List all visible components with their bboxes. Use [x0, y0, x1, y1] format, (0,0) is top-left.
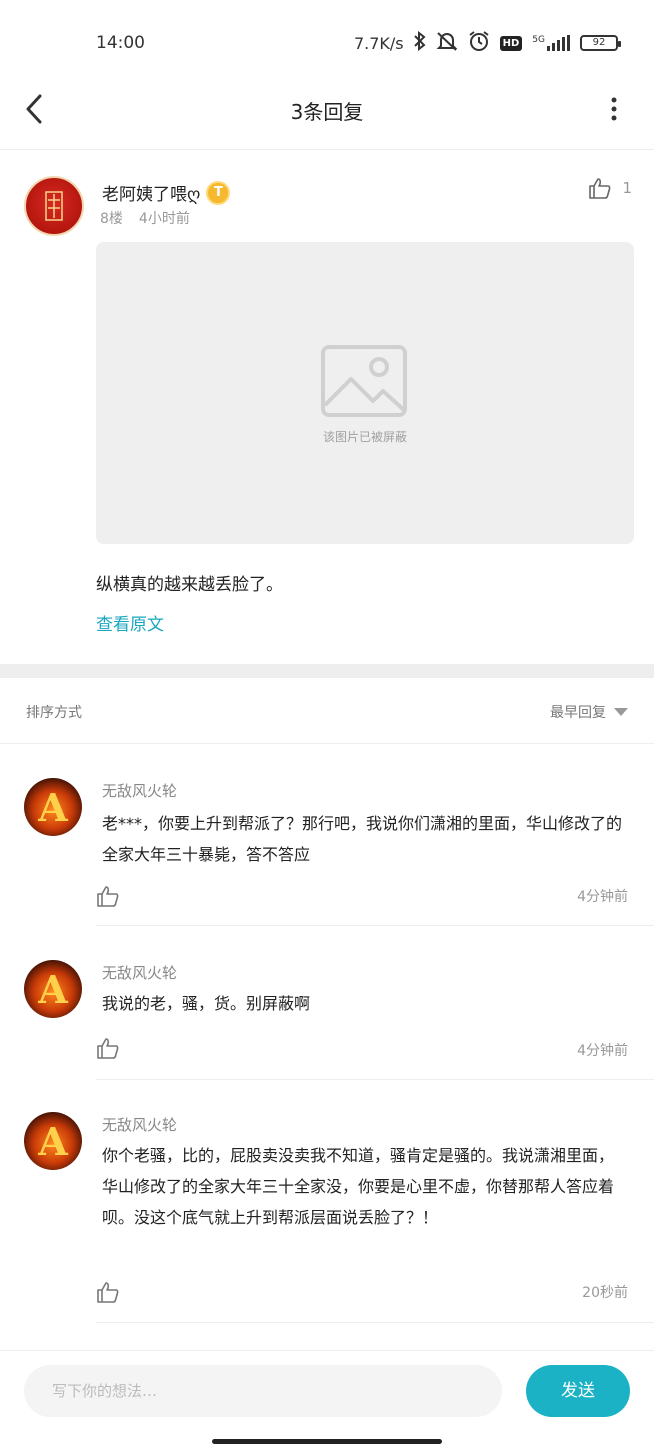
avatar[interactable]: A [24, 960, 82, 1018]
mute-bell-icon [436, 30, 458, 56]
send-button[interactable]: 发送 [526, 1365, 630, 1417]
image-icon [321, 345, 407, 417]
reply-time: 20秒前 [582, 1285, 628, 1301]
author-level-badge: T [206, 180, 231, 205]
author-name: 老阿姨了喂ღ [102, 185, 201, 205]
thumbs-up-icon [97, 1282, 119, 1303]
reply-item: A 无敌风火轮 你个老骚，比的，屁股卖没卖我不知道，骚肯定是骚的。我说潇湘里面，… [0, 1080, 654, 1324]
network-speed: 7.7K/s [353, 33, 404, 53]
alarm-icon [468, 30, 490, 56]
hd-badge: HD [499, 35, 523, 51]
blocked-image[interactable]: 该图片已被屏蔽 [96, 242, 634, 544]
status-time: 14:00 [96, 33, 145, 53]
reply-text: 我说的老，骚，货。别屏蔽啊 [102, 994, 311, 1013]
compose-bar: 写下你的想法… 发送 [0, 1350, 654, 1454]
original-post: 老阿姨了喂ღ T 8楼 4小时前 1 该图片已被屏蔽 纵横真的越来越丢脸了。 查… [0, 152, 654, 664]
status-icons: 7.7K/s HD 5G 92 [353, 30, 621, 56]
divider [96, 925, 654, 926]
reply-author[interactable]: 无敌风火轮 [102, 780, 177, 801]
post-author[interactable]: 老阿姨了喂ღ T [102, 180, 231, 205]
like-count: 1 [622, 179, 632, 197]
thumbs-up-icon [97, 1038, 119, 1059]
view-original-link[interactable]: 查看原文 [96, 610, 164, 635]
section-divider [0, 664, 654, 678]
reply-time: 4分钟前 [577, 1043, 628, 1059]
avatar[interactable] [24, 176, 84, 236]
avatar[interactable]: A [24, 1112, 82, 1170]
reply-time: 4分钟前 [577, 889, 628, 905]
reply-item: A 无敌风火轮 老***，你要上升到帮派了？那行吧，我说你们潇湘的里面，华山修改… [0, 746, 654, 926]
reply-like-button[interactable] [96, 1280, 120, 1304]
sort-dropdown[interactable]: 最早回复 [550, 702, 628, 722]
post-body: 纵横真的越来越丢脸了。 [96, 575, 283, 595]
reply-like-button[interactable] [96, 1036, 120, 1060]
image-blocked-text: 该图片已被屏蔽 [322, 430, 407, 444]
bluetooth-icon [413, 30, 426, 55]
thumbs-up-icon [589, 178, 611, 199]
reply-author[interactable]: 无敌风火轮 [102, 1114, 177, 1135]
thumbs-up-icon [97, 886, 119, 907]
sort-bar: 排序方式 最早回复 [0, 678, 654, 744]
page-title: 3条回复 [290, 100, 364, 124]
avatar-image [45, 191, 63, 221]
more-options-icon[interactable] [610, 96, 618, 122]
reply-text: 你个老骚，比的，屁股卖没卖我不知道，骚肯定是骚的。我说潇湘里面，华山修改了的全家… [102, 1146, 615, 1227]
reply-like-button[interactable] [96, 884, 120, 908]
nav-header: 3条回复 [0, 70, 654, 150]
sort-label: 排序方式 [26, 705, 82, 721]
signal-icon: 5G [532, 35, 570, 51]
floor-number: 8楼 [100, 211, 123, 227]
post-time: 4小时前 [138, 211, 190, 227]
avatar[interactable]: A [24, 778, 82, 836]
reply-author[interactable]: 无敌风火轮 [102, 962, 177, 983]
battery-icon: 92 [580, 35, 621, 51]
comment-input[interactable]: 写下你的想法… [24, 1365, 502, 1417]
reply-text: 老***，你要上升到帮派了？那行吧，我说你们潇湘的里面，华山修改了的全家大年三十… [102, 814, 623, 864]
home-indicator[interactable] [212, 1439, 442, 1444]
sort-selected: 最早回复 [550, 705, 606, 721]
divider [96, 1322, 654, 1323]
post-like-button[interactable]: 1 [588, 176, 632, 200]
reply-item: A 无敌风火轮 我说的老，骚，货。别屏蔽啊 4分钟前 [0, 928, 654, 1080]
post-meta: 8楼 4小时前 [100, 208, 190, 228]
dropdown-arrow-icon [614, 708, 628, 716]
network-type: 5G [532, 35, 545, 45]
